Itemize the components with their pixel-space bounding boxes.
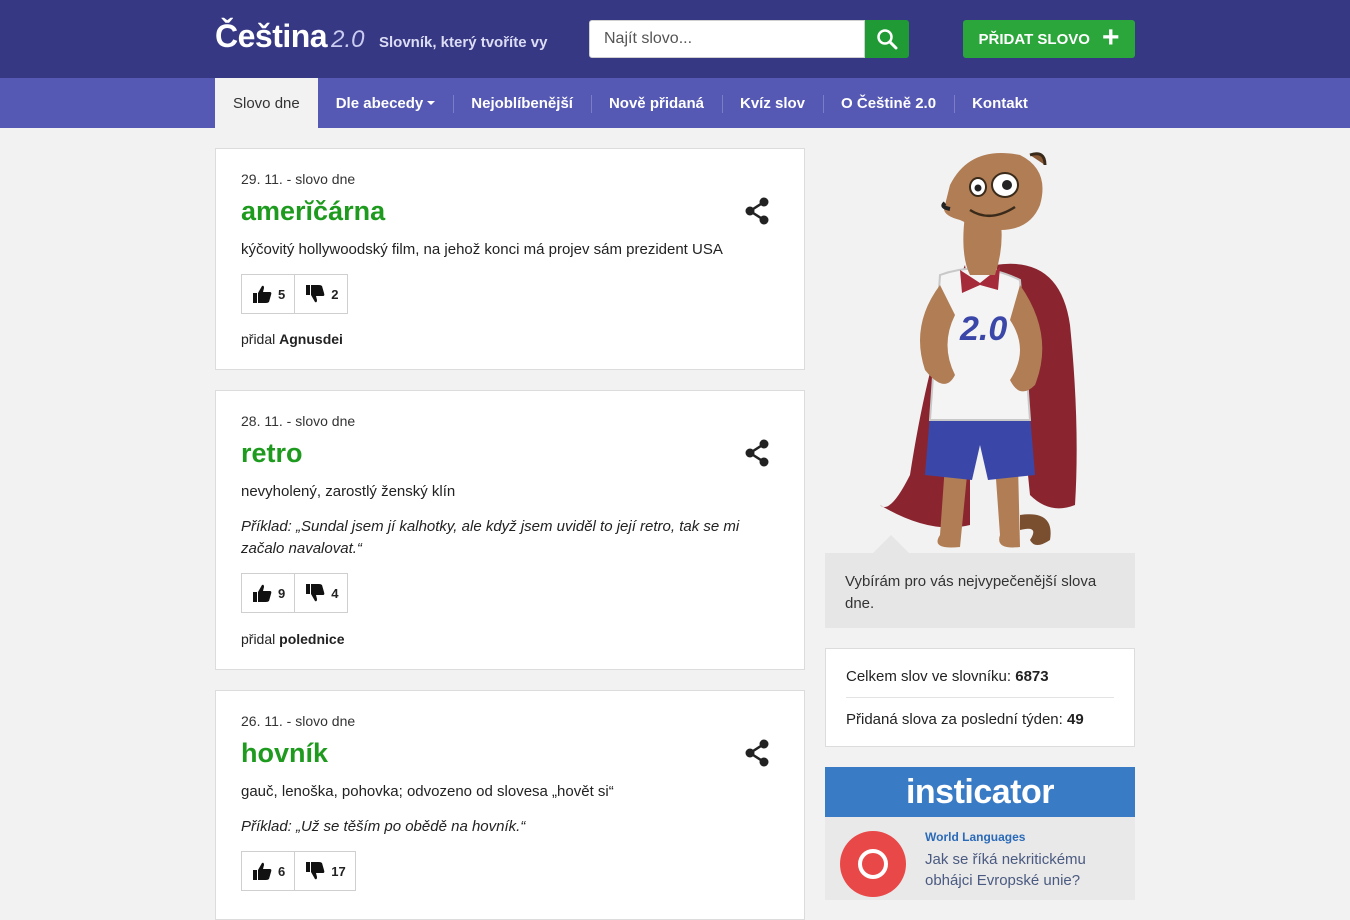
added-by-prefix: přidal [241, 331, 276, 347]
nav-label: Nově přidaná [608, 94, 704, 112]
stat-value: 49 [1066, 711, 1084, 728]
plus-icon: + [1101, 20, 1120, 54]
word-title[interactable]: retro [241, 438, 303, 469]
stat-label: Přidaná slova za poslední týden: [846, 711, 1063, 728]
logo-name: Čeština [215, 18, 328, 54]
added-by: přidal polednice [241, 631, 345, 647]
upvote-count: 9 [278, 585, 286, 601]
nav-label: Dle abecedy [335, 94, 424, 112]
nav-label: Kvíz slov [740, 94, 806, 112]
upvote-count: 6 [278, 863, 286, 879]
svg-text:2.0: 2.0 [959, 310, 1007, 348]
insticator-logo: insticator [825, 767, 1135, 817]
search-icon [877, 29, 898, 50]
dictionary-stats: Celkem slov ve slovníku: 6873 Přidaná sl… [825, 648, 1135, 747]
upvote-button[interactable]: 9 [242, 574, 294, 612]
downvote-button[interactable]: 2 [294, 275, 347, 313]
nav-label: Nejoblíbenější [471, 94, 573, 112]
word-date: 28. 11. - slovo dne [241, 413, 356, 429]
stat-value: 6873 [1015, 668, 1049, 685]
word-title[interactable]: amerĭčárna [241, 196, 385, 227]
word-date: 26. 11. - slovo dne [241, 713, 356, 729]
thumbs-up-icon [253, 285, 272, 303]
nav-item-contact[interactable]: Kontakt [954, 78, 1046, 128]
nav-item-alphabetical[interactable]: Dle abecedy [318, 78, 454, 128]
nav-item-favorite[interactable]: Nejoblíbenější [453, 78, 591, 128]
main-navigation: Slovo dne Dle abecedy Nejoblíbenější Nov… [0, 78, 1350, 128]
vote-group: 9 4 [241, 573, 349, 613]
word-example: Příklad: „Sundal jsem jí kalhotky, ale k… [241, 518, 740, 557]
add-word-label: PŘIDAT SLOVO [978, 30, 1090, 48]
thumbs-up-icon [253, 862, 272, 880]
clock-icon [840, 831, 906, 897]
added-by-prefix: přidal [241, 631, 276, 647]
nav-item-newly-added[interactable]: Nově přidaná [590, 78, 722, 128]
nav-label: O Češtině 2.0 [841, 94, 937, 112]
upvote-button[interactable]: 5 [242, 275, 294, 313]
nav-item-word-of-day[interactable]: Slovo dne [215, 78, 318, 128]
search-input[interactable] [589, 20, 865, 58]
downvote-count: 17 [331, 863, 346, 879]
word-definition: gauč, lenoška, pohovka; odvozeno od slov… [241, 783, 614, 800]
vote-group: 6 17 [241, 851, 356, 891]
word-date: 29. 11. - slovo dne [241, 171, 356, 187]
word-example: Příklad: „Už se těším po obědě na hovník… [241, 818, 526, 835]
word-card: 29. 11. - slovo dne amerĭčárna kýčovitý … [215, 148, 805, 370]
word-card: 26. 11. - slovo dne hovník gauč, lenoška… [215, 690, 805, 920]
mascot-speech-bubble: Vybírám pro vás nejvypečenější slova dne… [825, 535, 1135, 628]
share-icon[interactable] [744, 196, 770, 226]
upvote-count: 5 [278, 286, 286, 302]
ad-category[interactable]: World Languages [925, 830, 1025, 844]
logo-version: 2.0 [331, 26, 365, 53]
site-logo[interactable]: Čeština 2.0 [215, 18, 364, 55]
thumbs-down-icon [306, 285, 325, 303]
search-button[interactable] [865, 20, 909, 58]
stat-label: Celkem slov ve slovníku: [846, 668, 1012, 685]
word-definition: kýčovitý hollywoodský film, na jehož kon… [241, 241, 723, 258]
nav-label: Kontakt [972, 94, 1028, 112]
site-tagline: Slovník, který tvoříte vy [379, 34, 548, 51]
downvote-count: 2 [331, 286, 339, 302]
meerkat-mascot-illustration: 2.0 [880, 152, 1077, 548]
word-title[interactable]: hovník [241, 738, 328, 769]
weekly-words-stat: Přidaná slova za poslední týden: 49 [846, 711, 1114, 728]
downvote-button[interactable]: 17 [294, 852, 354, 890]
site-header: Čeština2.0 Slovník, který tvoříte vy PŘI… [0, 0, 1350, 78]
caret-down-icon [427, 101, 436, 105]
insticator-widget[interactable]: insticator World Languages Jak se říká n… [825, 767, 1135, 900]
author-link[interactable]: Agnusdei [279, 331, 343, 347]
downvote-count: 4 [331, 585, 339, 601]
upvote-button[interactable]: 6 [242, 852, 294, 890]
added-by: přidal Agnusdei [241, 331, 343, 347]
share-icon[interactable] [744, 438, 770, 468]
nav-item-quiz[interactable]: Kvíz slov [722, 78, 823, 128]
nav-item-about[interactable]: O Češtině 2.0 [823, 78, 954, 128]
search-form [589, 20, 909, 58]
nav-label: Slovo dne [233, 94, 300, 112]
total-words-stat: Celkem slov ve slovníku: 6873 [846, 668, 1114, 685]
thumbs-up-icon [253, 584, 272, 602]
thumbs-down-icon [306, 584, 325, 602]
divider [846, 697, 1114, 698]
add-word-button[interactable]: PŘIDAT SLOVO + [963, 20, 1135, 58]
word-card: 28. 11. - slovo dne retro nevyholený, za… [215, 390, 805, 670]
thumbs-down-icon [306, 862, 325, 880]
share-icon[interactable] [744, 738, 770, 768]
word-definition: nevyholený, zarostlý ženský klín [241, 483, 456, 500]
author-link[interactable]: polednice [279, 631, 344, 647]
vote-group: 5 2 [241, 274, 349, 314]
downvote-button[interactable]: 4 [294, 574, 347, 612]
ad-headline[interactable]: Jak se říká nekritickému obhájci Evropsk… [925, 849, 1125, 891]
